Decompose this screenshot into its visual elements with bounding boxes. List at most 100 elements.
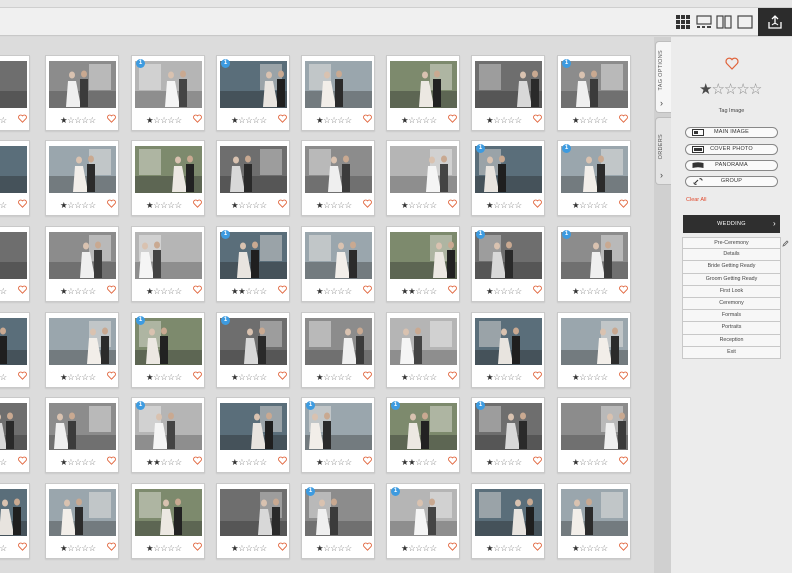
sub-category-item[interactable]: Formals	[682, 310, 781, 323]
photo-thumbnail[interactable]	[390, 61, 457, 108]
star-icon[interactable]: ☆	[260, 372, 268, 382]
star-icon[interactable]: ☆	[345, 543, 353, 553]
heart-icon[interactable]	[107, 114, 116, 123]
heart-icon[interactable]	[619, 371, 628, 380]
photo-thumbnail[interactable]	[49, 61, 116, 108]
heart-icon[interactable]	[278, 371, 287, 380]
heart-icon[interactable]	[619, 199, 628, 208]
photo-thumbnail[interactable]	[49, 403, 116, 450]
star-icon[interactable]: ☆	[0, 457, 7, 467]
photo-card[interactable]: ★☆☆☆☆	[301, 312, 375, 388]
star-rating[interactable]: ★☆☆☆☆	[572, 115, 608, 125]
single-view-button[interactable]	[696, 14, 712, 30]
photo-card[interactable]: ★☆☆☆☆	[0, 140, 30, 216]
star-rating[interactable]: ★☆☆☆☆	[401, 200, 437, 210]
star-rating[interactable]: ★★☆☆☆	[401, 286, 437, 296]
heart-icon[interactable]	[448, 285, 457, 294]
photo-thumbnail[interactable]	[220, 146, 287, 193]
photo-card[interactable]: ★☆☆☆☆	[131, 226, 205, 302]
category-wedding[interactable]: WEDDING ›	[683, 215, 780, 233]
fullscreen-view-button[interactable]	[737, 14, 753, 30]
star-rating[interactable]: ★☆☆☆☆	[401, 372, 437, 382]
star-icon[interactable]: ☆	[337, 372, 345, 382]
photo-thumbnail[interactable]	[390, 146, 457, 193]
sub-category-item[interactable]: Pre-Ceremony	[682, 237, 781, 250]
heart-icon[interactable]	[193, 371, 202, 380]
tab-tag-options[interactable]: TAG OPTIONS ›	[655, 41, 671, 113]
star-rating[interactable]: ★☆☆☆☆	[0, 543, 7, 553]
photo-card[interactable]: ★☆☆☆☆	[301, 55, 375, 131]
star-icon[interactable]: ☆	[260, 457, 268, 467]
star-icon[interactable]: ☆	[89, 200, 97, 210]
photo-card[interactable]: ★☆☆☆☆	[45, 312, 119, 388]
star-icon[interactable]: ☆	[252, 543, 260, 553]
heart-icon[interactable]	[193, 456, 202, 465]
photo-card[interactable]: ★☆☆☆☆	[45, 397, 119, 473]
star-rating[interactable]: ★☆☆☆☆	[231, 372, 267, 382]
heart-icon[interactable]	[533, 542, 542, 551]
photo-thumbnail[interactable]	[305, 318, 372, 365]
sub-category-item[interactable]: Details	[682, 249, 781, 262]
star-icon[interactable]: ☆	[430, 457, 438, 467]
star-rating[interactable]: ★☆☆☆☆	[316, 543, 352, 553]
star-rating[interactable]: ★☆☆☆☆	[231, 200, 267, 210]
star-icon[interactable]: ☆	[337, 457, 345, 467]
photo-thumbnail[interactable]	[475, 489, 542, 536]
star-icon[interactable]: ☆	[175, 286, 183, 296]
star-rating[interactable]: ★☆☆☆☆	[231, 115, 267, 125]
star-rating[interactable]: ★★☆☆☆	[231, 286, 267, 296]
star-icon[interactable]: ☆	[601, 543, 609, 553]
photo-card[interactable]: ★☆☆☆☆	[216, 140, 290, 216]
photo-thumbnail[interactable]	[220, 232, 287, 279]
panorama-button[interactable]: PANORAMA	[685, 160, 778, 171]
star-rating[interactable]: ★☆☆☆☆	[146, 286, 182, 296]
heart-icon[interactable]	[278, 456, 287, 465]
star-rating[interactable]: ★☆☆☆☆	[316, 200, 352, 210]
photo-thumbnail[interactable]	[475, 146, 542, 193]
star-rating[interactable]: ★☆☆☆☆	[316, 457, 352, 467]
heart-icon[interactable]	[363, 285, 372, 294]
star-icon[interactable]: ☆	[593, 543, 601, 553]
grid-view-button[interactable]	[675, 14, 691, 30]
heart-icon[interactable]	[107, 542, 116, 551]
star-rating[interactable]: ★☆☆☆☆	[486, 457, 522, 467]
star-icon[interactable]: ★	[699, 81, 712, 98]
heart-icon[interactable]	[533, 199, 542, 208]
star-icon[interactable]: ☆	[593, 457, 601, 467]
photo-card[interactable]: 1 ★☆☆☆☆	[471, 226, 545, 302]
star-icon[interactable]: ☆	[430, 115, 438, 125]
star-icon[interactable]: ☆	[337, 115, 345, 125]
star-icon[interactable]: ☆	[345, 457, 353, 467]
star-icon[interactable]: ☆	[337, 200, 345, 210]
star-icon[interactable]: ☆	[175, 457, 183, 467]
star-icon[interactable]: ☆	[81, 372, 89, 382]
star-icon[interactable]: ☆	[515, 115, 523, 125]
photo-card[interactable]: ★☆☆☆☆	[45, 483, 119, 559]
star-icon[interactable]: ☆	[0, 286, 7, 296]
photo-thumbnail[interactable]	[561, 61, 628, 108]
star-icon[interactable]: ☆	[711, 81, 724, 98]
star-icon[interactable]: ☆	[175, 115, 183, 125]
photo-thumbnail[interactable]	[220, 318, 287, 365]
star-rating[interactable]: ★☆☆☆☆	[486, 200, 522, 210]
star-rating[interactable]: ★☆☆☆☆	[60, 457, 96, 467]
photo-thumbnail[interactable]	[475, 318, 542, 365]
heart-icon[interactable]	[193, 285, 202, 294]
heart-icon[interactable]	[448, 114, 457, 123]
heart-icon[interactable]	[448, 371, 457, 380]
star-icon[interactable]: ☆	[430, 286, 438, 296]
photo-thumbnail[interactable]	[390, 489, 457, 536]
heart-icon[interactable]	[107, 285, 116, 294]
heart-icon[interactable]	[448, 456, 457, 465]
photo-thumbnail[interactable]	[475, 232, 542, 279]
star-rating[interactable]: ★☆☆☆☆	[0, 457, 7, 467]
star-icon[interactable]: ☆	[593, 286, 601, 296]
photo-thumbnail[interactable]	[49, 489, 116, 536]
star-icon[interactable]: ☆	[89, 115, 97, 125]
photo-thumbnail[interactable]	[0, 61, 27, 108]
photo-card[interactable]: ★☆☆☆☆	[386, 55, 460, 131]
star-icon[interactable]: ☆	[507, 286, 515, 296]
star-icon[interactable]: ☆	[252, 200, 260, 210]
photo-card[interactable]: ★☆☆☆☆	[557, 397, 631, 473]
photo-thumbnail[interactable]	[305, 61, 372, 108]
